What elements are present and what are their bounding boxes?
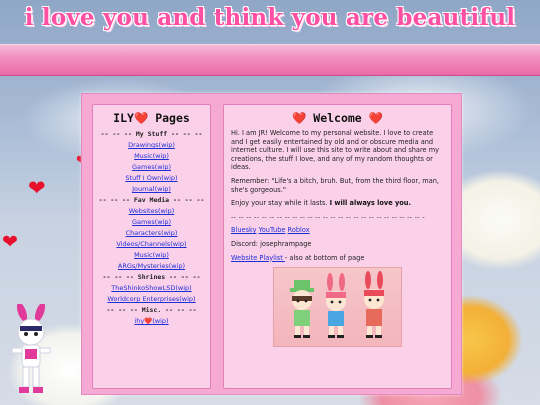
site-title: i love you and think you are beautiful <box>24 4 516 31</box>
floating-heart-icon: ❤ <box>28 176 46 200</box>
section-misc: -- -- -- Misc. -- -- -- <box>106 306 197 314</box>
nav-link-ihy-suffix: (wip) <box>152 317 169 325</box>
heart-icon: ❤️ <box>368 111 383 125</box>
nav-link-websites[interactable]: Websites(wip) <box>95 206 208 217</box>
nav-link-worldcorp[interactable]: Worldcorp Enterprises(wip) <box>95 294 208 305</box>
nav-link-args-mysteries[interactable]: ARGs/Mysteries(wip) <box>95 261 208 272</box>
discord-text: Discord: josephrampage <box>231 239 312 248</box>
sidebar-panel: ILY❤️ Pages -- -- -- My Stuff -- -- -- D… <box>92 104 211 389</box>
enjoy-prefix: Enjoy your stay while it lasts. <box>231 199 330 208</box>
sidebar-title-suffix: Pages <box>148 111 190 125</box>
nav-link-drawings[interactable]: Drawings(wip) <box>95 140 208 151</box>
character-blue <box>326 273 346 338</box>
enjoy-bold: I will always love you. <box>329 199 411 208</box>
nav-link-fav-music[interactable]: Music(wip) <box>95 250 208 261</box>
dashed-divider: -- -- -- -- -- -- -- -- -- -- -- -- -- -… <box>231 212 426 221</box>
enjoy-text: Enjoy your stay while it lasts. I will a… <box>231 199 444 208</box>
character-green <box>290 280 314 338</box>
section-my-stuff: -- -- -- My Stuff -- -- -- <box>100 130 203 138</box>
roblox-link[interactable]: Roblox <box>288 226 310 234</box>
nav-link-videos-channels[interactable]: Videos/Channels(wip) <box>95 239 208 250</box>
sidebar-title-prefix: ILY <box>113 111 134 125</box>
heart-icon: ❤️ <box>292 111 307 125</box>
pink-banner <box>0 44 540 76</box>
character-red <box>364 271 384 338</box>
nav-link-shinko-show[interactable]: TheShinkoShowLSD(wip) <box>95 283 208 294</box>
bunny-characters-illustration <box>290 271 384 338</box>
bluesky-link[interactable]: Bluesky <box>231 226 257 234</box>
nav-link-games[interactable]: Games(wip) <box>95 162 208 173</box>
nav-link-music[interactable]: Music(wip) <box>95 151 208 162</box>
welcome-panel: ❤️ Welcome ❤️ Hi. I am JR! Welcome to my… <box>223 104 452 389</box>
youtube-link[interactable]: YouTube <box>259 226 286 234</box>
section-fav-media: -- -- -- Fav Media -- -- -- <box>98 196 205 204</box>
bunny-characters-gif <box>273 267 402 347</box>
remember-quote: Remember: "Life's a bitch, bruh. But, fr… <box>231 176 440 194</box>
playlist-line: Website Playlist - also at bottom of pag… <box>231 254 444 263</box>
nav-link-stuff-i-own[interactable]: Stuff I Own(wip) <box>95 173 208 184</box>
playlist-link[interactable]: Website Playlist <box>231 254 285 262</box>
playlist-suffix: - also at bottom of page <box>284 253 365 262</box>
nav-link-characters[interactable]: Characters(wip) <box>95 228 208 239</box>
nav-link-ihy[interactable]: ihy❤️(wip) <box>95 316 208 327</box>
sidebar-title: ILY❤️ Pages <box>95 111 208 125</box>
floating-heart-icon: ❤ <box>2 231 18 253</box>
nav-link-ihy-prefix: ihy <box>134 317 145 325</box>
welcome-title: ❤️ Welcome ❤️ <box>231 111 444 125</box>
mascot-character <box>11 304 51 393</box>
section-shrines: -- -- -- Shrines -- -- -- <box>102 273 201 281</box>
welcome-title-text: Welcome <box>306 111 369 125</box>
intro-text: Hi. I am JR! Welcome to my personal webs… <box>231 129 440 172</box>
social-links: Bluesky YouTube Roblox <box>231 226 444 235</box>
nav-link-journal[interactable]: Journal(wip) <box>95 184 208 195</box>
nav-link-fav-games[interactable]: Games(wip) <box>95 217 208 228</box>
heart-icon: ❤️ <box>133 111 149 125</box>
